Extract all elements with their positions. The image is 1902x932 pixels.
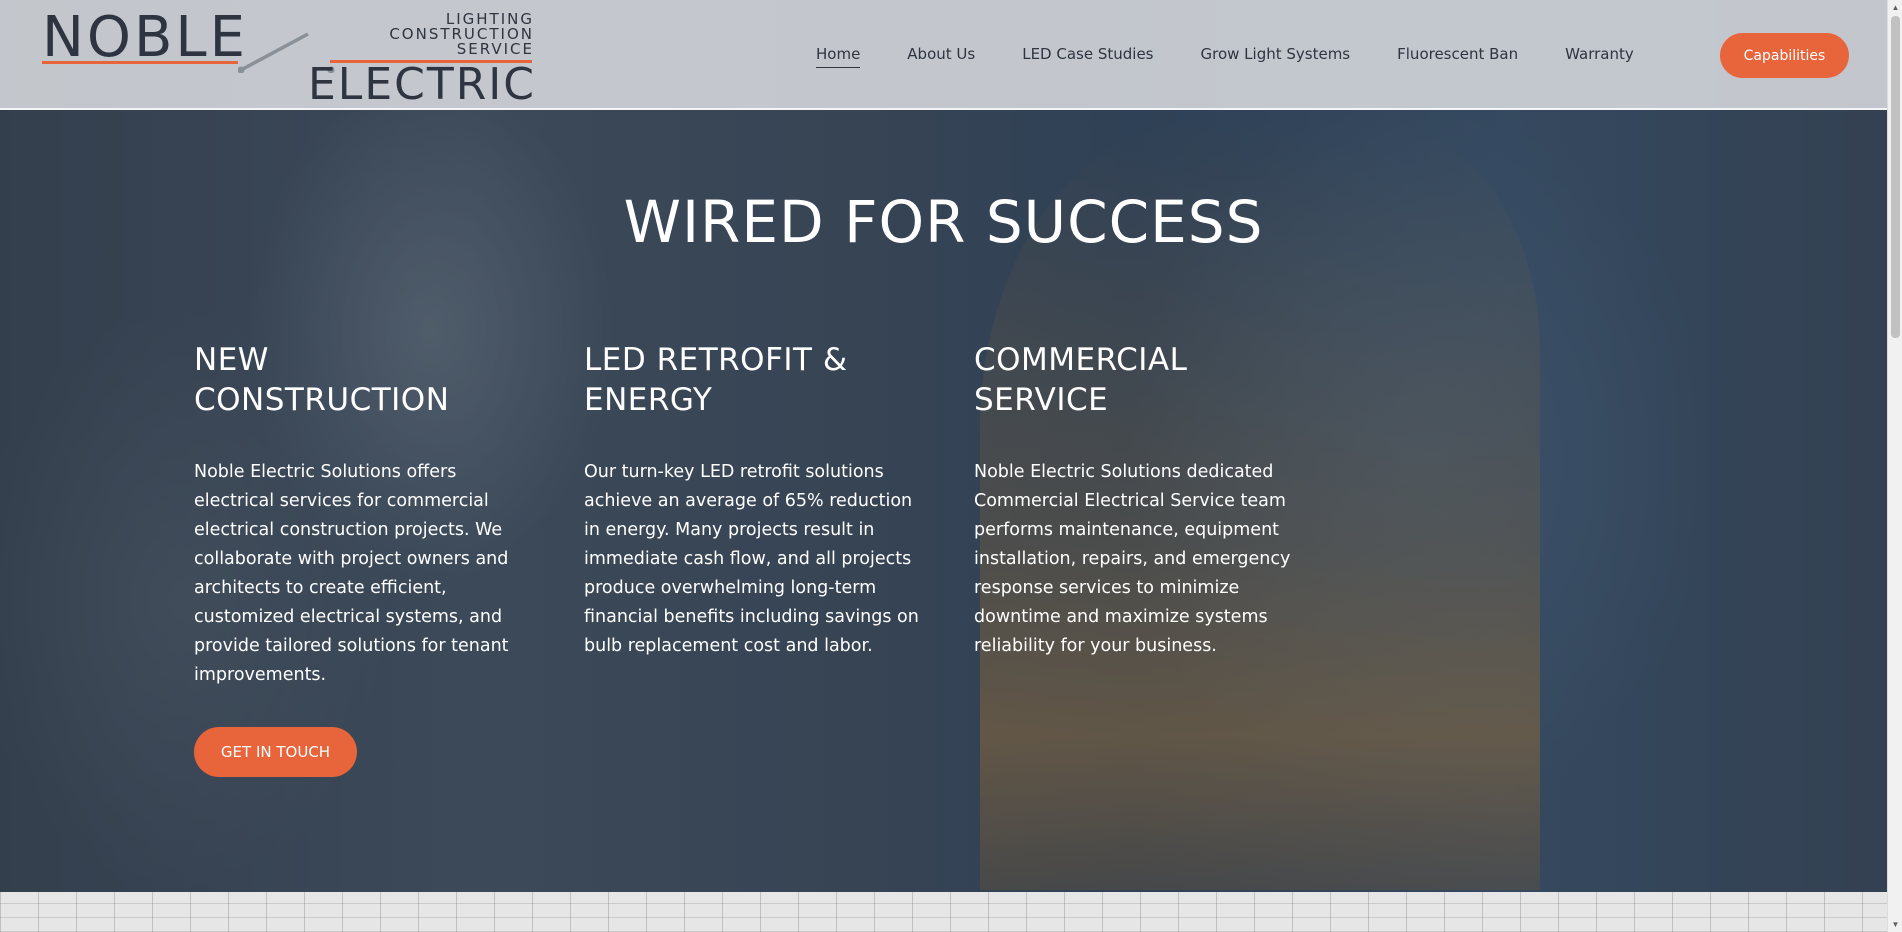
scroll-down-arrow-icon[interactable]: ▼ — [1888, 917, 1902, 932]
scrollbar-thumb[interactable] — [1891, 16, 1900, 338]
nav-link-home[interactable]: Home — [816, 45, 861, 68]
viewport: NOBLE LIGHTING CONSTRUCTION SERVICE ELEC… — [0, 0, 1887, 932]
logo-tagline: LIGHTING CONSTRUCTION SERVICE — [389, 12, 534, 57]
service-heading: LED RETROFIT & ENERGY — [584, 342, 848, 418]
logo-accent-line — [42, 61, 238, 64]
service-heading: NEW CONSTRUCTION — [194, 342, 450, 418]
nav-link-grow-light-systems[interactable]: Grow Light Systems — [1201, 45, 1351, 67]
service-description: Noble Electric Solutions dedicated Comme… — [974, 462, 1291, 656]
nav-link-led-case-studies[interactable]: LED Case Studies — [1022, 45, 1153, 67]
service-description: Our turn-key LED retrofit solutions achi… — [584, 462, 919, 656]
service-column-commercial-service: COMMERCIAL SERVICE Noble Electric Soluti… — [974, 340, 1314, 661]
blueprint-pattern-section — [0, 892, 1887, 932]
service-column-led-retrofit: LED RETROFIT & ENERGY Our turn-key LED r… — [584, 340, 924, 661]
service-column-new-construction: NEW CONSTRUCTION Noble Electric Solution… — [194, 340, 534, 690]
service-heading: COMMERCIAL SERVICE — [974, 342, 1188, 418]
get-in-touch-button[interactable]: GET IN TOUCH — [194, 727, 357, 777]
logo-name-top: NOBLE — [42, 5, 248, 70]
capabilities-button[interactable]: Capabilities — [1720, 33, 1849, 78]
logo-tagline-line: SERVICE — [456, 40, 534, 58]
site-header: NOBLE LIGHTING CONSTRUCTION SERVICE ELEC… — [0, 0, 1887, 110]
logo-name-bottom: ELECTRIC — [308, 59, 536, 110]
nav-link-about-us[interactable]: About Us — [907, 45, 975, 67]
nav-link-fluorescent-ban[interactable]: Fluorescent Ban — [1397, 45, 1518, 67]
nav-link-warranty[interactable]: Warranty — [1565, 45, 1634, 67]
main-nav: Home About Us LED Case Studies Grow Ligh… — [816, 36, 1681, 76]
vertical-scrollbar[interactable]: ▲ ▼ — [1887, 0, 1902, 932]
service-description: Noble Electric Solutions offers electric… — [194, 462, 509, 685]
logo[interactable]: NOBLE LIGHTING CONSTRUCTION SERVICE ELEC… — [40, 5, 540, 108]
scroll-up-arrow-icon[interactable]: ▲ — [1888, 0, 1902, 15]
hero-title: WIRED FOR SUCCESS — [623, 188, 1264, 256]
